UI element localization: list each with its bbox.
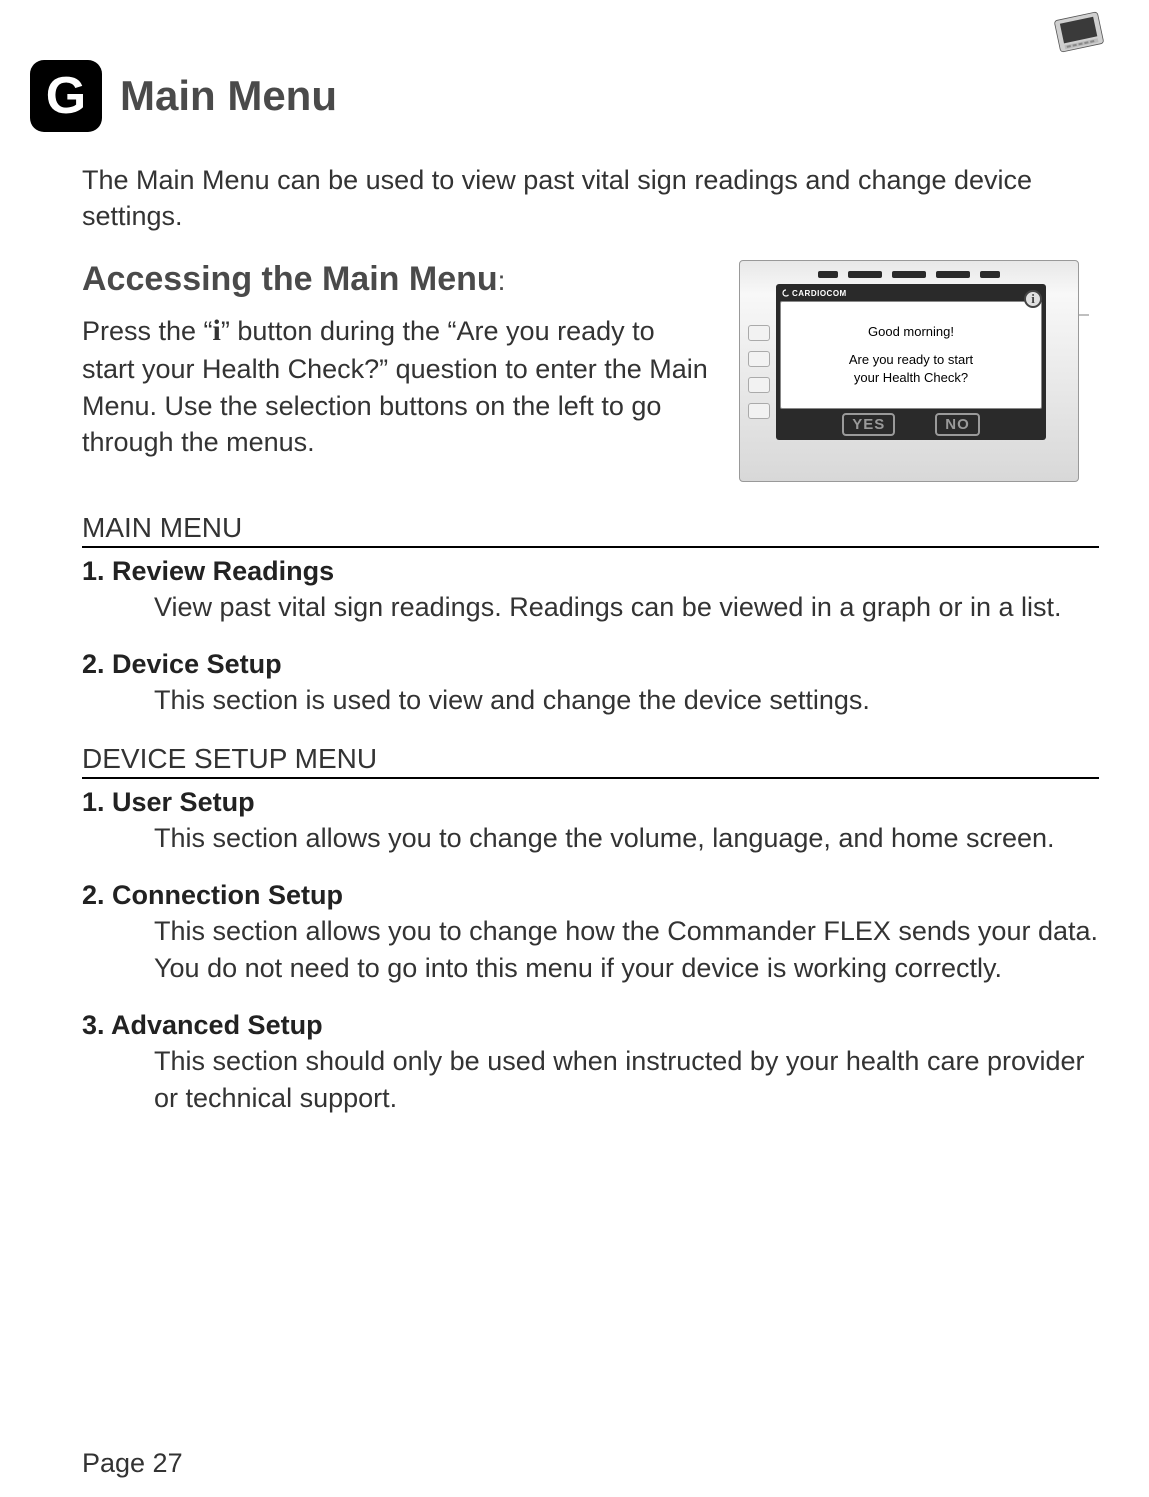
menu-item-body: This section is used to view and change … bbox=[82, 682, 1099, 718]
yes-no-row: YES NO bbox=[780, 413, 1042, 436]
intro-text: The Main Menu can be used to view past v… bbox=[50, 162, 1099, 235]
screen-inner: Good morning! Are you ready to start you… bbox=[780, 301, 1042, 409]
brand-bar: CARDIOCOM bbox=[780, 288, 1042, 299]
screen-line-1: Good morning! bbox=[868, 323, 954, 341]
device-corner-icon bbox=[1049, 10, 1109, 55]
brand-text: CARDIOCOM bbox=[792, 289, 847, 298]
accessing-body: Press the “i” button during the “Are you… bbox=[82, 311, 709, 461]
menu-item-title: 1. Review Readings bbox=[82, 556, 1099, 587]
menu-item-body: This section should only be used when in… bbox=[82, 1043, 1099, 1116]
device-left-buttons bbox=[748, 284, 770, 440]
accessing-heading-text: Accessing the Main Menu bbox=[82, 260, 498, 298]
screen-bezel: CARDIOCOM i Good morning! Are you ready … bbox=[776, 284, 1046, 440]
no-button: NO bbox=[935, 413, 980, 436]
section-badge: G bbox=[30, 60, 102, 132]
main-menu-section: MAIN MENU 1. Review Readings View past v… bbox=[50, 512, 1099, 719]
accessing-body-pre: Press the “ bbox=[82, 316, 213, 346]
menu-item-title: 2. Device Setup bbox=[82, 649, 1099, 680]
menu-item-connection-setup: 2. Connection Setup This section allows … bbox=[82, 880, 1099, 986]
info-symbol: i bbox=[213, 314, 221, 347]
device-frame: CARDIOCOM i Good morning! Are you ready … bbox=[739, 260, 1079, 482]
selection-button-4 bbox=[748, 403, 770, 419]
device-top-slots bbox=[748, 271, 1070, 278]
info-button-icon: i bbox=[1024, 290, 1042, 308]
menu-item-body: This section allows you to change how th… bbox=[82, 913, 1099, 986]
menu-item-title: 2. Connection Setup bbox=[82, 880, 1099, 911]
device-setup-menu-header: DEVICE SETUP MENU bbox=[82, 743, 1099, 779]
selection-button-3 bbox=[748, 377, 770, 393]
page-title: Main Menu bbox=[120, 72, 337, 120]
yes-button: YES bbox=[842, 413, 895, 436]
accessing-heading: Accessing the Main Menu: bbox=[82, 260, 709, 299]
menu-item-device-setup: 2. Device Setup This section is used to … bbox=[82, 649, 1099, 718]
title-row: G Main Menu bbox=[50, 60, 1099, 132]
menu-item-title: 1. User Setup bbox=[82, 787, 1099, 818]
menu-item-body: View past vital sign readings. Readings … bbox=[82, 589, 1099, 625]
menu-item-advanced-setup: 3. Advanced Setup This section should on… bbox=[82, 1010, 1099, 1116]
device-figure: CARDIOCOM i Good morning! Are you ready … bbox=[739, 260, 1099, 482]
page-number: Page 27 bbox=[82, 1448, 183, 1479]
menu-item-title: 3. Advanced Setup bbox=[82, 1010, 1099, 1041]
main-menu-header: MAIN MENU bbox=[82, 512, 1099, 548]
colon: : bbox=[498, 265, 506, 296]
menu-item-user-setup: 1. User Setup This section allows you to… bbox=[82, 787, 1099, 856]
selection-button-2 bbox=[748, 351, 770, 367]
menu-item-review-readings: 1. Review Readings View past vital sign … bbox=[82, 556, 1099, 625]
screen-line-3: your Health Check? bbox=[854, 369, 968, 387]
device-setup-menu-section: DEVICE SETUP MENU 1. User Setup This sec… bbox=[50, 743, 1099, 1116]
menu-item-body: This section allows you to change the vo… bbox=[82, 820, 1099, 856]
selection-button-1 bbox=[748, 325, 770, 341]
screen-line-2: Are you ready to start bbox=[849, 351, 973, 369]
